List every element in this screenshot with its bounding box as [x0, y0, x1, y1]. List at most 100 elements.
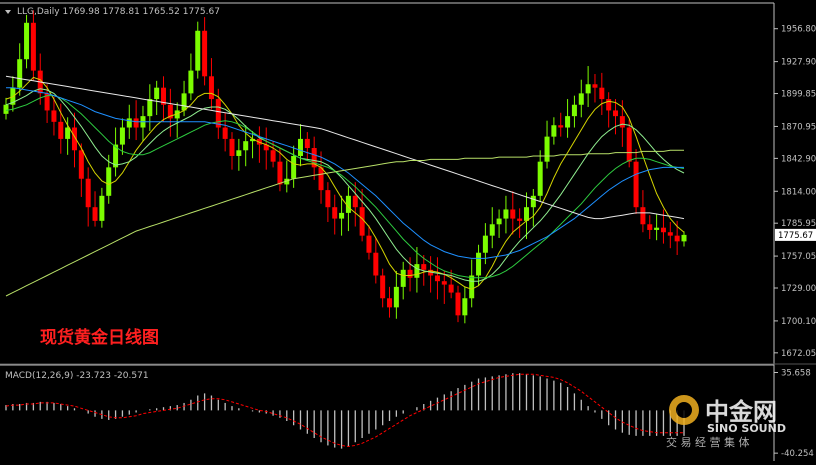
candle-bear	[517, 218, 523, 221]
price-chart[interactable]: 1956.80 1927.90 1899.85 1870.95 1842.90 1814.…	[0, 0, 816, 461]
candle-bull	[565, 116, 571, 128]
candle-bear	[133, 118, 139, 128]
candle-bull	[551, 125, 557, 137]
candle-bear	[558, 125, 564, 128]
price-tick-label: 1757.05	[781, 252, 816, 262]
macd-tick-label: -40.254	[781, 449, 814, 459]
candle-bull	[537, 161, 543, 196]
candle-bear	[202, 30, 208, 77]
candle-bull	[65, 127, 71, 139]
candle-bear	[441, 281, 447, 285]
price-tick-label: 1842.90	[781, 154, 816, 164]
candle-bull	[571, 104, 577, 117]
candle-bear	[387, 298, 393, 308]
candle-bear	[667, 232, 673, 236]
candle-bull	[236, 150, 242, 156]
candle-bull	[469, 275, 475, 299]
candle-bear	[215, 99, 221, 128]
price-tick-label: 1870.95	[781, 122, 816, 132]
candle-bull	[523, 207, 529, 221]
candle-bear	[58, 121, 64, 139]
candle-bull	[297, 138, 303, 156]
candle-bear	[640, 207, 646, 225]
candle-bear	[318, 167, 324, 191]
brand-logo-inner	[676, 402, 692, 418]
chart-window[interactable]: 1956.80 1927.90 1899.85 1870.95 1842.90 1814.…	[0, 0, 816, 461]
candle-bear	[660, 227, 666, 233]
candle-bull	[503, 209, 509, 219]
candle-bull	[17, 59, 23, 88]
candle-bull	[489, 224, 495, 236]
price-tick-label: 1785.95	[781, 219, 816, 229]
candle-bear	[51, 110, 57, 122]
candle-bull	[339, 212, 345, 219]
candle-bear	[606, 99, 612, 111]
candle-bear	[229, 138, 235, 156]
candle-bull	[681, 234, 687, 242]
price-tick-label: 1927.90	[781, 58, 816, 68]
macd-header: MACD(12,26,9) -23.723 -20.571	[5, 371, 149, 381]
candle-bull	[126, 118, 132, 128]
macd-tick-label: 35.658	[781, 368, 811, 378]
price-tick-label: 1729.00	[781, 284, 816, 294]
candle-bear	[92, 207, 98, 221]
chart-annotation: 现货黄金日线图	[40, 327, 159, 348]
candle-bull	[544, 136, 550, 162]
candle-bear	[455, 292, 461, 316]
candle-bull	[154, 87, 160, 100]
candle-bear	[380, 275, 386, 299]
price-tick-label: 1956.80	[781, 25, 816, 35]
chart-background	[0, 0, 816, 461]
price-tick-label: 1899.85	[781, 90, 816, 100]
watermark-brand-latin: SINO SOUND	[707, 422, 786, 435]
candle-bull	[414, 264, 420, 278]
candle-bear	[448, 284, 454, 293]
candle-bear	[222, 127, 228, 139]
candle-bull	[181, 93, 187, 111]
candle-bear	[270, 150, 276, 162]
candle-bull	[119, 127, 125, 145]
candle-bull	[476, 252, 482, 276]
candle-bear	[434, 275, 440, 282]
candle-bear	[510, 209, 516, 219]
candle-bull	[400, 269, 406, 287]
candle-bull	[654, 227, 660, 230]
candle-bear	[208, 76, 214, 100]
candle-bull	[578, 93, 584, 105]
candle-bull	[3, 104, 9, 114]
candle-bull	[99, 195, 105, 221]
candle-bear	[304, 138, 310, 149]
candle-bear	[352, 195, 358, 208]
candle-bear	[78, 150, 84, 179]
candle-bear	[626, 127, 632, 162]
candle-bear	[592, 84, 598, 88]
price-tick-label: 1672.05	[781, 349, 816, 359]
candle-bear	[647, 224, 653, 230]
candle-bear	[674, 235, 680, 242]
candle-bear	[277, 161, 283, 185]
candle-bear	[599, 87, 605, 100]
candle-bear	[85, 178, 91, 208]
candle-bear	[325, 190, 331, 208]
candle-bull	[24, 22, 30, 60]
candle-bull	[291, 155, 297, 179]
candle-bear	[359, 207, 365, 236]
candle-bear	[613, 110, 619, 117]
current-price-label: 1775.67	[778, 231, 813, 241]
candle-bear	[633, 161, 639, 208]
candle-bull	[393, 286, 399, 308]
watermark-slogan: 交 易 经 营 集 体	[666, 435, 749, 449]
price-tick-label: 1814.00	[781, 187, 816, 197]
candle-bear	[619, 116, 625, 128]
candle-bull	[195, 30, 201, 71]
candle-bull	[585, 84, 591, 94]
candle-bull	[496, 218, 502, 225]
candle-bull	[106, 167, 112, 196]
symbol-header: LLG,Daily 1769.98 1778.81 1765.52 1775.6…	[17, 7, 220, 17]
candle-bull	[243, 141, 249, 151]
price-tick-label: 1700.10	[781, 317, 816, 327]
candle-bull	[147, 99, 153, 117]
candle-bull	[462, 298, 468, 316]
candle-bear	[332, 207, 338, 219]
candle-bull	[530, 195, 536, 208]
